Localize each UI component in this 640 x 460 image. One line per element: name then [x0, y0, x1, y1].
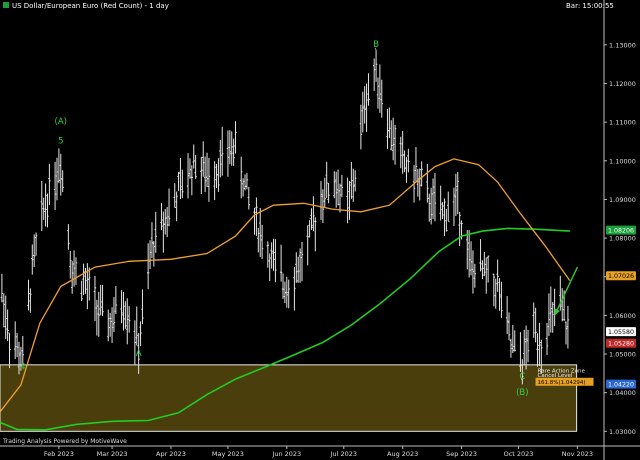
time-tick-label: Nov 2023: [562, 450, 593, 458]
price-tick-label: 1.11000: [609, 119, 636, 127]
zone-annotation: 161.8%(1.04294): [538, 380, 586, 386]
price-badge-label: 1.05580: [608, 329, 634, 336]
price-tick-label: 1.03000: [609, 428, 636, 436]
price-tick-label: 1.04000: [609, 389, 636, 397]
price-badge-label: 1.05280: [608, 341, 634, 348]
time-tick-label: Oct 2023: [504, 450, 534, 458]
symbol-icon: [3, 2, 9, 8]
time-tick-label: Jul 2023: [330, 450, 357, 458]
wave-label: A: [136, 349, 142, 359]
time-tick-label: Aug 2023: [387, 450, 418, 458]
wave-label: (B): [516, 388, 528, 398]
price-tick-label: 1.05000: [609, 351, 636, 359]
wave-label: 5: [58, 136, 63, 146]
time-tick-label: May 2023: [212, 450, 244, 458]
price-badge-label: 1.08206: [608, 227, 634, 234]
price-tick-label: 1.10000: [609, 157, 636, 165]
bar-time: Bar: 15:00:55: [566, 2, 614, 10]
price-tick-label: 1.13000: [609, 41, 636, 49]
wave-label: C: [519, 372, 525, 382]
price-badge-label: 1.07026: [608, 273, 634, 280]
wave-label: 4: [20, 362, 25, 372]
price-chart[interactable]: 1.030001.040001.050001.060001.070001.080…: [0, 0, 640, 460]
chart-title: US Dollar/European Euro (Red Count) - 1 …: [3, 2, 169, 10]
price-badge-label: 1.04220: [608, 381, 634, 388]
price-tick-label: 1.08000: [609, 235, 636, 243]
powered-by-credit: Trading Analysis Powered by MotiveWave: [3, 438, 127, 445]
wave-label: (A): [55, 117, 67, 127]
time-tick-label: Sep 2023: [446, 450, 477, 458]
time-tick-label: Feb 2023: [44, 450, 74, 458]
time-tick-label: Jun 2023: [271, 450, 301, 458]
chart-title-text: US Dollar/European Euro (Red Count) - 1 …: [12, 2, 169, 10]
price-tick-label: 1.09000: [609, 196, 636, 204]
price-tick-label: 1.12000: [609, 80, 636, 88]
support-zone-layer: [0, 364, 578, 432]
wave-label: B: [373, 40, 379, 50]
time-tick-label: Apr 2023: [156, 450, 186, 458]
price-tick-label: 1.06000: [609, 312, 636, 320]
support-zone-box: [0, 364, 578, 432]
time-tick-label: Mar 2023: [97, 450, 128, 458]
